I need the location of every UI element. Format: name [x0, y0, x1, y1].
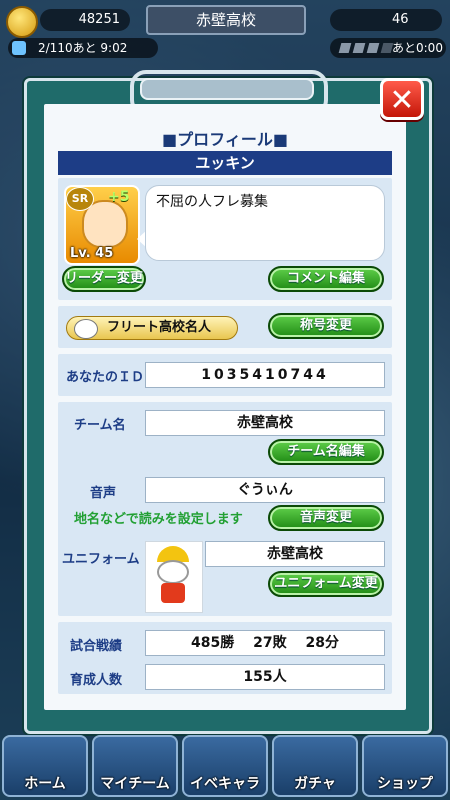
- record-label: 試合戦績: [70, 639, 123, 654]
- dialog-title: ■プロフィール■: [162, 130, 288, 149]
- nav-my-team-button[interactable]: マイチーム: [92, 735, 178, 797]
- energy-segment: [352, 43, 366, 53]
- voice-label: 音声: [90, 486, 117, 501]
- nav-event-character-button[interactable]: イベキャラ: [182, 735, 268, 797]
- voice-value: ぐうぃん: [145, 477, 385, 503]
- energy-meter: あと 0:00: [330, 38, 446, 58]
- close-button[interactable]: ✕: [380, 78, 424, 120]
- baseball-icon: [74, 319, 98, 339]
- team-name-label: チーム名: [74, 418, 126, 433]
- team-name-edit-button[interactable]: チーム名編集: [268, 439, 384, 465]
- avatar-level: Lv. 45: [70, 246, 114, 261]
- player-name: ユッキン: [58, 151, 392, 175]
- stamina-icon: [12, 41, 26, 55]
- nav-gacha-label: ガチャ: [294, 776, 336, 792]
- voice-change-button[interactable]: 音声変更: [268, 505, 384, 531]
- leader-change-button[interactable]: リーダー変更: [62, 266, 146, 292]
- nav-home-label: ホーム: [24, 776, 66, 792]
- bottom-navigation: ホーム マイチーム イベキャラ ガチャ ショップ: [0, 735, 450, 800]
- stamina-meter: 2/110あと 9:02: [8, 38, 158, 58]
- coin-count: 48251: [40, 9, 130, 31]
- gem-count: 46: [330, 9, 442, 31]
- comment-bubble: 不屈の人フレ募集: [145, 185, 385, 261]
- status-bar: 48251 赤壁高校 46 2/110あと 9:02 あと 0:00: [0, 0, 450, 60]
- energy-timer: 0:00: [416, 41, 443, 55]
- nav-event-character-label: イベキャラ: [190, 776, 260, 792]
- coin-icon: [6, 6, 38, 38]
- nav-shop-label: ショップ: [377, 776, 433, 792]
- team-title: 赤壁高校: [146, 5, 306, 35]
- nav-shop-button[interactable]: ショップ: [362, 735, 448, 797]
- nav-gacha-button[interactable]: ガチャ: [272, 735, 358, 797]
- id-value: 1035410744: [145, 362, 385, 388]
- trained-label: 育成人数: [70, 673, 123, 688]
- team-name-value: 赤壁高校: [145, 410, 385, 436]
- title-change-button[interactable]: 称号変更: [268, 313, 384, 339]
- energy-timer-prefix: あと: [392, 41, 417, 55]
- uniform-shirt: [161, 583, 185, 603]
- uniform-face: [157, 560, 189, 584]
- energy-segment: [366, 43, 380, 53]
- uniform-label: ユニフォーム: [62, 552, 140, 567]
- dialog-handle-bar: [140, 78, 314, 100]
- nav-my-team-label: マイチーム: [100, 776, 170, 792]
- stamina-text: 2/110あと 9:02: [38, 41, 128, 55]
- id-label: あなたのＩＤ: [66, 370, 145, 385]
- record-value: 485勝 27敗 28分: [145, 630, 385, 656]
- voice-hint: 地名などで読みを設定します: [74, 512, 243, 527]
- bonus-badge: +5: [108, 189, 130, 205]
- uniform-value: 赤壁高校: [205, 541, 385, 567]
- uniform-change-button[interactable]: ユニフォーム変更: [268, 571, 384, 597]
- rarity-badge: SR: [66, 187, 94, 211]
- comment-edit-button[interactable]: コメント編集: [268, 266, 384, 292]
- nav-home-button[interactable]: ホーム: [2, 735, 88, 797]
- energy-segment: [338, 43, 352, 53]
- trained-value: 155人: [145, 664, 385, 690]
